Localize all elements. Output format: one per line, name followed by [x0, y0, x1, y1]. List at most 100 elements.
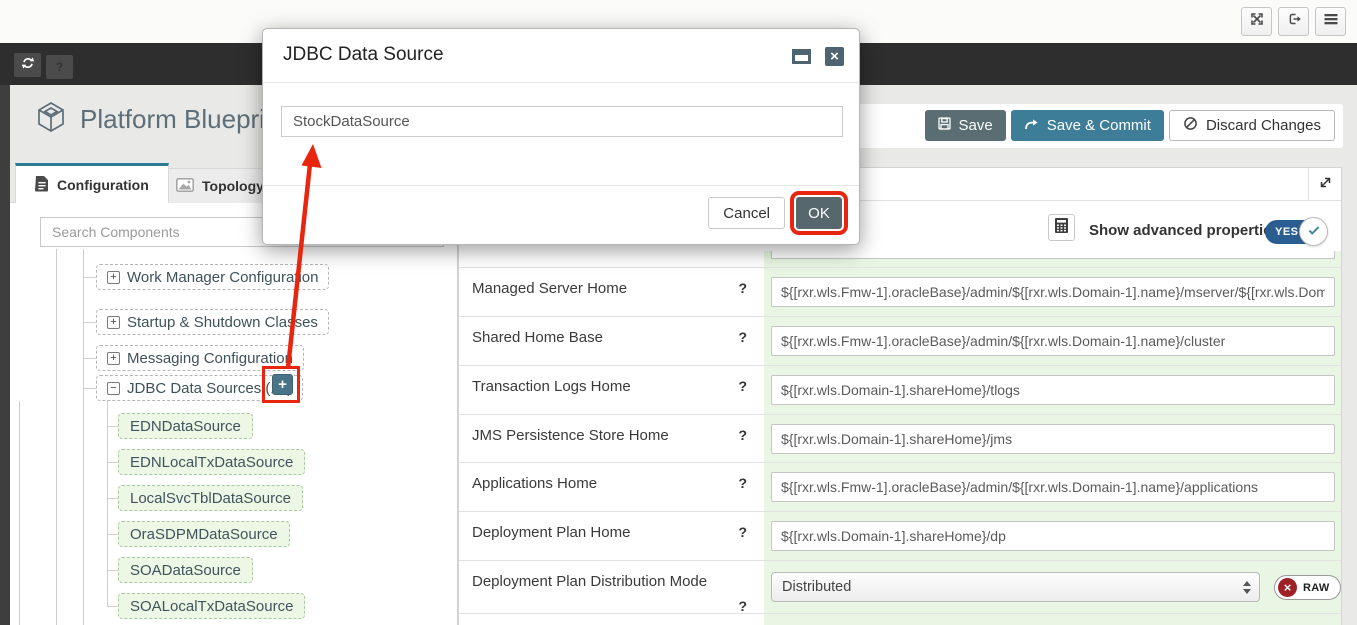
action-buttons: Save Save & Commit Discard Changes — [925, 110, 1335, 141]
help-tooltip-icon[interactable]: ? — [738, 524, 747, 540]
clipped-input — [771, 251, 1335, 259]
property-value-input[interactable] — [771, 424, 1335, 454]
tree-leaf-ednlocaltxdatasource[interactable]: EDNLocalTxDataSource — [118, 449, 305, 475]
commit-arrow-icon — [1024, 117, 1039, 134]
save-commit-button[interactable]: Save & Commit — [1011, 110, 1164, 141]
toggle-knob[interactable] — [1299, 217, 1328, 246]
property-value-input[interactable] — [771, 521, 1335, 551]
table-row-partial — [459, 613, 1341, 625]
property-label: Deployment Plan Home — [472, 524, 630, 541]
tree-leaf-localsvctbldatasource[interactable]: LocalSvcTblDataSource — [118, 485, 303, 511]
tree-stub — [107, 606, 118, 607]
jdbc-data-source-dialog: JDBC Data Source × Cancel OK — [262, 28, 860, 245]
table-row-partial — [459, 251, 1341, 267]
collapsed-sidebar-rail[interactable] — [0, 85, 10, 625]
menu-icon — [1324, 12, 1338, 31]
table-row-deployment-plan-home: Deployment Plan Home ? — [459, 511, 1341, 560]
tree-node-startup-shutdown-classes[interactable]: + Startup & Shutdown Classes — [96, 309, 329, 335]
table-row-managed-server-home: Managed Server Home ? — [459, 267, 1341, 316]
property-label: Deployment Plan Distribution Mode — [472, 573, 707, 590]
property-label: JMS Persistence Store Home — [472, 427, 669, 444]
tree-stub — [83, 277, 96, 278]
dialog-title: JDBC Data Source — [283, 44, 444, 66]
floppy-icon — [938, 117, 951, 134]
fullscreen-icon — [1249, 11, 1265, 32]
refresh-icon — [21, 56, 35, 75]
property-value-input[interactable] — [771, 375, 1335, 405]
advanced-properties-toggle[interactable]: YES — [1265, 220, 1323, 244]
help-tooltip-icon[interactable]: ? — [738, 329, 747, 345]
tree-stub — [83, 358, 96, 359]
calculator-button[interactable] — [1048, 214, 1075, 241]
help-tooltip-icon[interactable]: ? — [738, 598, 747, 614]
tree-stub — [107, 570, 118, 571]
expand-diagonal-icon — [1318, 175, 1333, 195]
tree-line — [19, 401, 20, 625]
tree-line — [107, 399, 108, 607]
property-label: Applications Home — [472, 475, 597, 492]
sign-out-button[interactable] — [1278, 7, 1309, 36]
fullscreen-button[interactable] — [1241, 7, 1272, 36]
tree-line — [83, 249, 84, 625]
raw-x-icon: × — [1278, 578, 1297, 597]
tree-leaf-soadatasource[interactable]: SOADataSource — [118, 557, 253, 583]
table-row-deployment-plan-distribution-mode: Deployment Plan Distribution Mode ? Dist… — [459, 560, 1341, 613]
tree-node-work-manager-configuration[interactable]: + Work Manager Configuration — [96, 264, 329, 290]
property-label: Shared Home Base — [472, 329, 603, 346]
image-icon — [176, 178, 194, 195]
menu-button[interactable] — [1315, 7, 1346, 36]
tree-node-messaging-configuration[interactable]: + Messaging Configuration — [96, 345, 304, 371]
property-value-input[interactable] — [771, 326, 1335, 356]
table-row-applications-home: Applications Home ? — [459, 462, 1341, 511]
property-value-input[interactable] — [771, 277, 1335, 307]
window-controls — [1241, 7, 1346, 36]
refresh-button[interactable] — [14, 53, 41, 77]
expand-icon[interactable]: + — [107, 352, 120, 365]
dialog-header: JDBC Data Source × — [263, 29, 859, 83]
distribution-mode-select[interactable]: Distributed — [771, 572, 1260, 602]
restore-window-icon[interactable] — [792, 49, 811, 64]
tree-leaf-orasdpmdatasource[interactable]: OraSDPMDataSource — [118, 521, 290, 547]
help-tooltip-icon[interactable]: ? — [738, 427, 747, 443]
tree-leaf-edndatasource[interactable]: EDNDataSource — [118, 413, 253, 439]
help-button[interactable]: ? — [46, 55, 73, 79]
tree-stub — [83, 322, 96, 323]
property-label: Managed Server Home — [472, 280, 627, 297]
discard-icon — [1183, 116, 1198, 135]
expand-panel-button[interactable] — [1308, 168, 1341, 201]
expand-icon[interactable]: + — [107, 316, 120, 329]
property-rows: Managed Server Home ? Shared Home Base ?… — [459, 251, 1341, 625]
calculator-icon — [1054, 217, 1069, 239]
close-icon[interactable]: × — [825, 47, 844, 66]
help-tooltip-icon[interactable]: ? — [738, 280, 747, 296]
tree-stub — [83, 388, 96, 389]
tree-stub — [107, 462, 118, 463]
cancel-button[interactable]: Cancel — [708, 197, 785, 229]
table-row-jms-persistence-store-home: JMS Persistence Store Home ? — [459, 414, 1341, 463]
tab-configuration[interactable]: Configuration — [15, 163, 169, 203]
blueprint-cube-icon — [34, 100, 68, 139]
tree-stub — [107, 534, 118, 535]
add-data-source-button[interactable]: + — [272, 374, 293, 395]
tree-leaf-soalocaltxdatasource[interactable]: SOALocalTxDataSource — [118, 593, 305, 619]
document-icon — [35, 175, 49, 195]
data-source-name-input[interactable] — [281, 106, 843, 137]
discard-changes-button[interactable]: Discard Changes — [1169, 110, 1335, 141]
expand-icon[interactable]: + — [107, 271, 120, 284]
property-value-input[interactable] — [771, 472, 1335, 502]
tree-line — [56, 249, 57, 625]
tree-stub — [107, 426, 118, 427]
save-button[interactable]: Save — [925, 110, 1006, 141]
property-label: Transaction Logs Home — [472, 378, 631, 395]
table-row-transaction-logs-home: Transaction Logs Home ? — [459, 365, 1341, 414]
select-spinner-icon — [1243, 581, 1251, 594]
show-advanced-properties-label: Show advanced properties — [1089, 222, 1280, 239]
ok-button[interactable]: OK — [796, 197, 842, 229]
raw-toggle-badge[interactable]: × RAW — [1274, 575, 1341, 600]
component-tree-panel: + Work Manager Configuration + Startup &… — [10, 202, 458, 625]
dialog-footer: Cancel OK — [263, 185, 859, 244]
help-tooltip-icon[interactable]: ? — [738, 475, 747, 491]
table-row-shared-home-base: Shared Home Base ? — [459, 316, 1341, 365]
help-tooltip-icon[interactable]: ? — [738, 378, 747, 394]
collapse-icon[interactable]: − — [107, 382, 120, 395]
